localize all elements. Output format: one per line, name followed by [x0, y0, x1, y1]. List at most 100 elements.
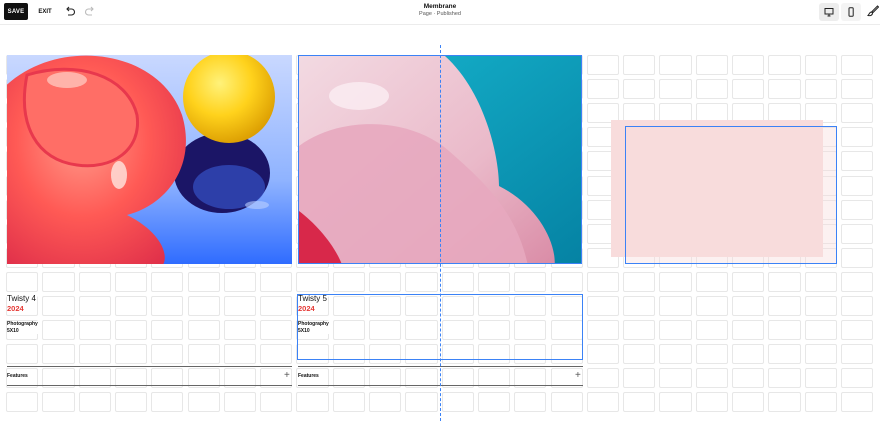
grid-cell [695, 296, 728, 317]
exit-button[interactable]: EXIT [36, 3, 54, 20]
card-1-category: Photography [7, 321, 38, 327]
grid-cell [78, 320, 111, 341]
grid-cell [405, 392, 438, 413]
features-label-2[interactable]: Features [298, 373, 321, 379]
grid-cell [804, 55, 837, 76]
grid-cell [768, 344, 801, 365]
center-guide-line [440, 45, 441, 421]
grid-cell [586, 79, 620, 100]
grid-cell [78, 296, 111, 317]
grid-cell [695, 55, 728, 76]
grid-cell [804, 320, 837, 341]
expand-plus-icon[interactable]: + [284, 371, 290, 381]
grid-cell [151, 296, 184, 317]
grid-cell [477, 271, 511, 292]
card-1-meta[interactable]: Photography 5X10 [7, 321, 38, 334]
grid-cell [332, 271, 365, 292]
grid-cell [804, 296, 837, 317]
grid-cell [768, 296, 801, 317]
grid-cell [623, 320, 656, 341]
card-1-year[interactable]: 2024 [7, 304, 24, 313]
grid-cell [623, 392, 656, 413]
grid-cell [659, 392, 692, 413]
grid-cell [840, 103, 874, 124]
grid-cell [477, 392, 511, 413]
grid-cell [768, 55, 801, 76]
grid-cell [840, 175, 874, 196]
features-divider-bottom-1 [7, 385, 292, 386]
grid-cell [223, 392, 257, 413]
grid-cell [840, 296, 874, 317]
save-button[interactable]: SAVE [4, 3, 28, 20]
grid-cell [840, 247, 874, 268]
grid-cell [840, 392, 874, 413]
grid-cell [296, 271, 329, 292]
grid-cell [6, 271, 39, 292]
grid-cell [695, 392, 728, 413]
grid-cell [659, 271, 692, 292]
grid-cell [405, 271, 438, 292]
grid-cell [514, 392, 547, 413]
grid-cell [260, 320, 293, 341]
grid-cell [223, 271, 257, 292]
grid-cell [659, 320, 692, 341]
grid-cell [441, 271, 474, 292]
grid-cell [151, 271, 184, 292]
grid-cell [804, 344, 837, 365]
grid-cell [187, 392, 220, 413]
grid-cell [78, 271, 111, 292]
grid-cell [187, 271, 220, 292]
selected-shape-outline[interactable] [625, 126, 837, 264]
grid-cell [732, 271, 765, 292]
grid-cell [260, 392, 293, 413]
page-title-area: Membrane Page · Published [0, 3, 880, 17]
grid-cell [114, 296, 148, 317]
grid-cell [78, 344, 111, 365]
grid-cell [840, 271, 874, 292]
grid-cell [840, 344, 874, 365]
mobile-icon [848, 7, 854, 17]
device-view-toggle [818, 3, 862, 21]
grid-cell [114, 271, 148, 292]
grid-cell [840, 320, 874, 341]
grid-cell [623, 271, 656, 292]
card-1-size: 5X10 [7, 327, 19, 334]
grid-cell [223, 344, 257, 365]
gallery-image-1[interactable] [7, 55, 292, 264]
grid-cell [623, 368, 656, 389]
grid-cell [586, 392, 620, 413]
grid-cell [804, 79, 837, 100]
expand-plus-icon[interactable]: + [575, 371, 581, 381]
grid-cell [223, 296, 257, 317]
desktop-view-button[interactable] [819, 3, 839, 21]
grid-cell [78, 392, 111, 413]
grid-cell [768, 320, 801, 341]
grid-cell [695, 368, 728, 389]
grid-cell [441, 392, 474, 413]
grid-cell [732, 55, 765, 76]
grid-cell [42, 392, 75, 413]
grid-cell [550, 271, 583, 292]
page-canvas[interactable]: Twisty 4 2024 Photography 5X10 Twisty 5 … [0, 25, 880, 421]
mobile-view-button[interactable] [841, 3, 861, 21]
grid-cell [840, 55, 874, 76]
grid-cell [187, 344, 220, 365]
grid-cell [114, 320, 148, 341]
redo-icon[interactable] [84, 5, 96, 17]
paint-brush-icon[interactable] [867, 5, 879, 17]
editor-toolbar: SAVE EXIT Membrane Page · Published [0, 0, 880, 25]
grid-cell [840, 151, 874, 172]
grid-cell [151, 344, 184, 365]
grid-cell [768, 271, 801, 292]
grid-cell [586, 320, 620, 341]
grid-cell [623, 79, 656, 100]
features-label-1[interactable]: Features [7, 373, 30, 379]
grid-cell [695, 271, 728, 292]
grid-cell [586, 344, 620, 365]
undo-icon[interactable] [64, 5, 76, 17]
balloon-image-1 [7, 55, 292, 264]
card-1-title[interactable]: Twisty 4 [7, 294, 37, 303]
grid-cell [732, 344, 765, 365]
grid-cell [42, 320, 75, 341]
grid-cell [659, 296, 692, 317]
